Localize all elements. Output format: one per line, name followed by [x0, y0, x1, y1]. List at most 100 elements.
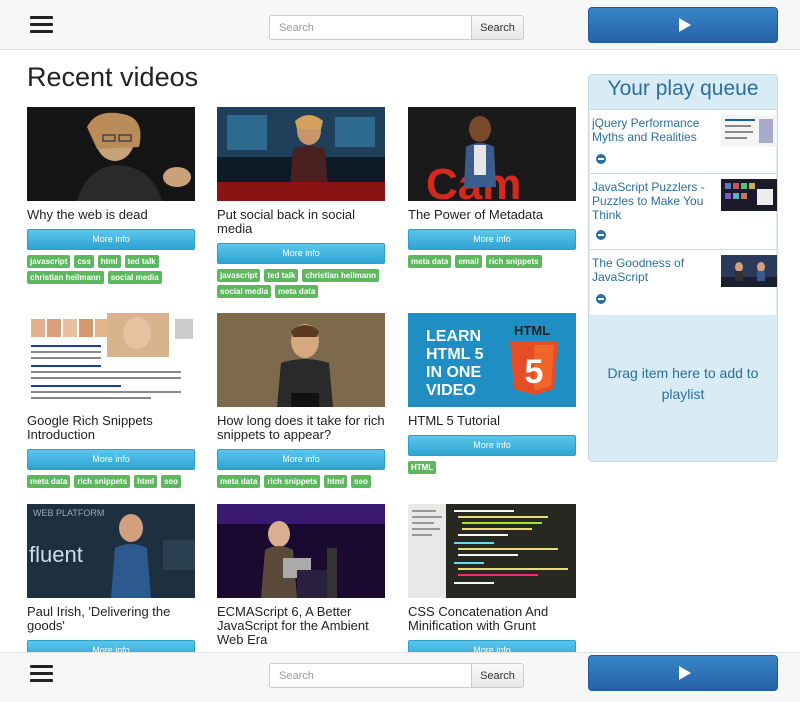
video-thumbnail[interactable] — [27, 313, 195, 407]
more-info-button[interactable]: More info — [27, 229, 195, 250]
hamburger-menu-icon[interactable] — [30, 16, 53, 34]
tag[interactable]: html — [97, 255, 121, 268]
queue-item-thumbnail[interactable] — [721, 115, 777, 147]
tag[interactable]: javascript — [27, 255, 71, 268]
video-title[interactable]: The Power of Metadata — [408, 208, 576, 222]
tag[interactable]: social media — [217, 285, 272, 298]
video-title[interactable]: How long does it take for rich snippets … — [217, 414, 385, 442]
queue-item-thumbnail[interactable] — [721, 255, 777, 287]
play-queue-button[interactable] — [588, 655, 778, 691]
video-card: How long does it take for rich snippets … — [217, 313, 385, 488]
remove-from-queue-icon[interactable] — [596, 230, 606, 240]
tag[interactable]: rich snippets — [264, 475, 321, 488]
play-icon — [678, 666, 691, 680]
tag[interactable]: seo — [351, 475, 371, 488]
tag[interactable]: rich snippets — [485, 255, 542, 268]
more-info-button[interactable]: More info — [217, 243, 385, 264]
play-icon — [678, 18, 691, 32]
video-title[interactable]: HTML 5 Tutorial — [408, 414, 576, 428]
queue-drop-zone[interactable]: Drag item here to add to playlist — [589, 363, 777, 405]
tag[interactable]: meta data — [275, 285, 319, 298]
video-card: Put social back in social media More inf… — [217, 107, 385, 298]
video-card: Cam The Power of Metadata More info meta… — [408, 107, 576, 268]
page-title: Recent videos — [27, 62, 199, 92]
queue-item[interactable]: The Goodness of JavaScript — [590, 249, 777, 315]
search-button[interactable]: Search — [471, 15, 524, 40]
thumb-line: VIDEO — [426, 382, 476, 399]
tag[interactable]: christian heilmann — [302, 269, 380, 282]
play-queue-panel: Your play queue jQuery Performance Myths… — [588, 74, 778, 462]
thumb-line: IN ONE — [426, 364, 481, 381]
tag[interactable]: email — [455, 255, 482, 268]
video-thumbnail[interactable] — [217, 504, 385, 598]
hamburger-menu-icon[interactable] — [30, 665, 53, 683]
video-title[interactable]: CSS Concatenation And Minification with … — [408, 605, 576, 633]
tag-list: javascript css html ted talk christian h… — [27, 255, 195, 284]
video-thumbnail[interactable]: WEB PLATFORM fluent — [27, 504, 195, 598]
thumb-caption: WEB PLATFORM — [33, 508, 104, 518]
tag[interactable]: HTML — [408, 461, 437, 474]
tag-list: meta data rich snippets html seo — [27, 475, 195, 488]
video-card: LEARN HTML 5 IN ONE VIDEO HTML 5 HTML 5 … — [408, 313, 576, 474]
tag[interactable]: social media — [107, 271, 162, 284]
tag[interactable]: meta data — [408, 255, 452, 268]
video-card: Why the web is dead More info javascript… — [27, 107, 195, 284]
search-form: Search — [269, 15, 524, 40]
video-card: ECMAScript 6, A Better JavaScript for th… — [217, 504, 385, 675]
video-thumbnail[interactable] — [217, 107, 385, 201]
remove-from-queue-icon[interactable] — [596, 294, 606, 304]
queue-item-thumbnail[interactable] — [721, 179, 777, 211]
queue-item-title[interactable]: JavaScript Puzzlers - Puzzles to Make Yo… — [592, 180, 718, 222]
more-info-button[interactable]: More info — [408, 229, 576, 250]
tag-list: meta data email rich snippets — [408, 255, 576, 268]
video-card: CSS Concatenation And Minification with … — [408, 504, 576, 661]
thumb-line: HTML 5 — [426, 346, 484, 363]
svg-text:5: 5 — [525, 353, 544, 391]
tag[interactable]: meta data — [217, 475, 261, 488]
search-input[interactable] — [269, 15, 471, 40]
tag-list: javascript ted talk christian heilmann s… — [217, 269, 385, 298]
bottom-navbar: Search — [0, 652, 800, 702]
video-title[interactable]: Paul Irish, 'Delivering the goods' — [27, 605, 195, 633]
remove-from-queue-icon[interactable] — [596, 154, 606, 164]
tag-list: meta data rich snippets html seo — [217, 475, 385, 488]
search-form: Search — [269, 663, 524, 688]
video-title[interactable]: Why the web is dead — [27, 208, 195, 222]
queue-item[interactable]: JavaScript Puzzlers - Puzzles to Make Yo… — [590, 173, 777, 249]
tag[interactable]: rich snippets — [74, 475, 131, 488]
tag[interactable]: html — [134, 475, 158, 488]
tag[interactable]: seo — [161, 475, 181, 488]
play-queue-button[interactable] — [588, 7, 778, 43]
queue-title: Your play queue — [607, 77, 759, 100]
search-input[interactable] — [269, 663, 471, 688]
video-thumbnail[interactable] — [408, 504, 576, 598]
tag[interactable]: ted talk — [264, 269, 299, 282]
thumb-line: LEARN — [426, 328, 481, 345]
queue-item-title[interactable]: jQuery Performance Myths and Realities — [592, 116, 718, 144]
tag[interactable]: html — [324, 475, 348, 488]
more-info-button[interactable]: More info — [408, 435, 576, 456]
video-card: WEB PLATFORM fluent Paul Irish, 'Deliver… — [27, 504, 195, 661]
more-info-button[interactable]: More info — [217, 449, 385, 470]
more-info-button[interactable]: More info — [27, 449, 195, 470]
queue-item[interactable]: jQuery Performance Myths and Realities — [590, 109, 777, 173]
top-navbar: Search — [0, 0, 800, 50]
tag[interactable]: meta data — [27, 475, 71, 488]
video-card: Google Rich Snippets Introduction More i… — [27, 313, 195, 488]
tag[interactable]: ted talk — [124, 255, 159, 268]
video-title[interactable]: ECMAScript 6, A Better JavaScript for th… — [217, 605, 385, 647]
tag-list: HTML — [408, 461, 576, 474]
thumb-logo-text: fluent — [29, 542, 83, 567]
html5-badge-text: HTML — [514, 323, 550, 338]
tag[interactable]: javascript — [217, 269, 261, 282]
video-thumbnail[interactable]: LEARN HTML 5 IN ONE VIDEO HTML 5 — [408, 313, 576, 407]
search-button[interactable]: Search — [471, 663, 524, 688]
video-thumbnail[interactable] — [217, 313, 385, 407]
tag[interactable]: css — [74, 255, 94, 268]
video-thumbnail[interactable]: Cam — [408, 107, 576, 201]
video-title[interactable]: Put social back in social media — [217, 208, 385, 236]
queue-item-title[interactable]: The Goodness of JavaScript — [592, 256, 718, 284]
video-title[interactable]: Google Rich Snippets Introduction — [27, 414, 195, 442]
tag[interactable]: christian heilmann — [27, 271, 104, 284]
video-thumbnail[interactable] — [27, 107, 195, 201]
